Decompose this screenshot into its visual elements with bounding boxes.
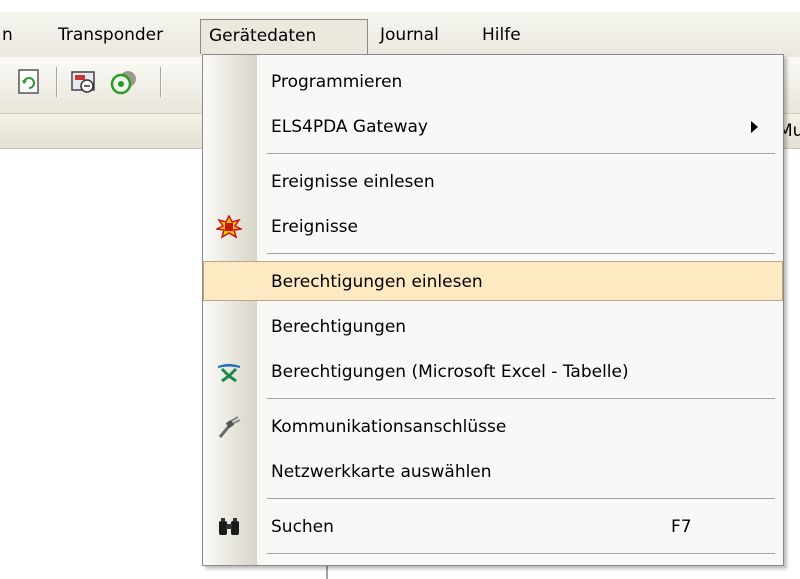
menu-item-berechtigungen-excel[interactable]: Berechtigungen (Microsoft Excel - Tabell… bbox=[203, 352, 783, 392]
binoculars-icon bbox=[216, 515, 242, 539]
menu-item-label: Berechtigungen (Microsoft Excel - Tabell… bbox=[271, 362, 629, 382]
menu-separator bbox=[267, 253, 775, 254]
menu-item-programmieren[interactable]: Programmieren bbox=[203, 62, 783, 102]
toolbar-separator bbox=[56, 67, 57, 97]
device-card-icon[interactable] bbox=[70, 69, 96, 95]
shortcut-label: F7 bbox=[671, 517, 692, 537]
menu-item-ereignisse-einlesen[interactable]: Ereignisse einlesen bbox=[203, 162, 783, 202]
events-icon bbox=[214, 214, 244, 239]
menu-geraetedaten[interactable]: Gerätedaten bbox=[200, 19, 368, 54]
menu-item-label: Berechtigungen einlesen bbox=[271, 272, 483, 292]
menu-separator bbox=[267, 398, 775, 399]
transponder-disc-icon[interactable] bbox=[110, 69, 136, 95]
menu-transponder[interactable]: Transponder bbox=[50, 19, 171, 51]
menu-hilfe[interactable]: Hilfe bbox=[474, 19, 529, 51]
menu-item-label: ELS4PDA Gateway bbox=[271, 117, 428, 137]
menu-item-label: Kommunikationsanschlüsse bbox=[271, 417, 507, 437]
geraetedaten-dropdown: Programmieren ELS4PDA Gateway Ereignisse… bbox=[202, 54, 784, 566]
menu-item-berechtigungen-einlesen[interactable]: Berechtigungen einlesen bbox=[203, 261, 783, 301]
window-top-edge bbox=[0, 0, 800, 12]
menu-item-label: Programmieren bbox=[271, 72, 403, 92]
plug-icon bbox=[216, 415, 242, 439]
menu-item-label: Ereignisse einlesen bbox=[271, 172, 435, 192]
menu-item-label: Ereignisse bbox=[271, 217, 359, 237]
menu-item-netzwerkkarte-auswaehlen[interactable]: Netzwerkkarte auswählen bbox=[203, 452, 783, 492]
excel-icon bbox=[216, 360, 242, 384]
menu-item-ereignisse[interactable]: Ereignisse bbox=[203, 207, 783, 247]
refresh-document-icon[interactable] bbox=[16, 69, 42, 95]
menu-item-kommunikationsanschluesse[interactable]: Kommunikationsanschlüsse bbox=[203, 407, 783, 447]
menu-item-label: Netzwerkkarte auswählen bbox=[271, 462, 492, 482]
toolbar-separator bbox=[160, 67, 161, 97]
menu-item-label: Berechtigungen bbox=[271, 317, 407, 337]
menu-item-berechtigungen[interactable]: Berechtigungen bbox=[203, 307, 783, 347]
menu-item-suchen[interactable]: Suchen F7 bbox=[203, 507, 783, 547]
menu-item-label: Suchen bbox=[271, 517, 334, 537]
menu-item-els4pda-gateway[interactable]: ELS4PDA Gateway bbox=[203, 107, 783, 147]
menu-separator bbox=[267, 553, 775, 554]
menu-separator bbox=[267, 498, 775, 499]
menu-separator bbox=[267, 153, 775, 154]
menu-partial-item[interactable]: n bbox=[0, 19, 21, 51]
submenu-arrow-icon bbox=[751, 121, 758, 133]
menu-journal[interactable]: Journal bbox=[372, 19, 447, 51]
menu-bar: n Transponder Gerätedaten Journal Hilfe bbox=[0, 12, 800, 57]
